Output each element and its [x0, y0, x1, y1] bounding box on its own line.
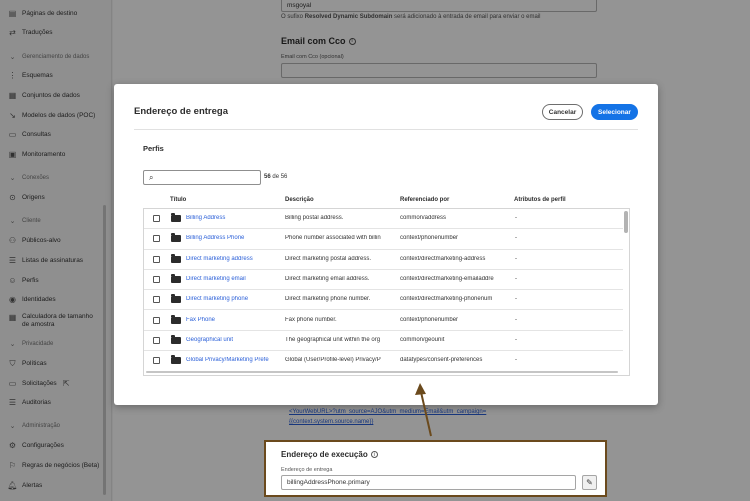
delivery-address-field[interactable]: billingAddressPhone.primary [281, 475, 576, 490]
execution-address-panel: Endereço de execução i Endereço de entreg… [264, 440, 607, 497]
arrow-line [420, 391, 432, 437]
edit-icon: ✎ [586, 478, 593, 487]
arrow-head [415, 383, 426, 395]
execution-address-heading: Endereço de execução i [281, 450, 378, 459]
info-icon[interactable]: i [370, 451, 378, 458]
edit-expression-button[interactable]: ✎ [582, 475, 597, 490]
annotation-arrow [415, 383, 432, 437]
delivery-address-label: Endereço de entrega [281, 467, 333, 473]
